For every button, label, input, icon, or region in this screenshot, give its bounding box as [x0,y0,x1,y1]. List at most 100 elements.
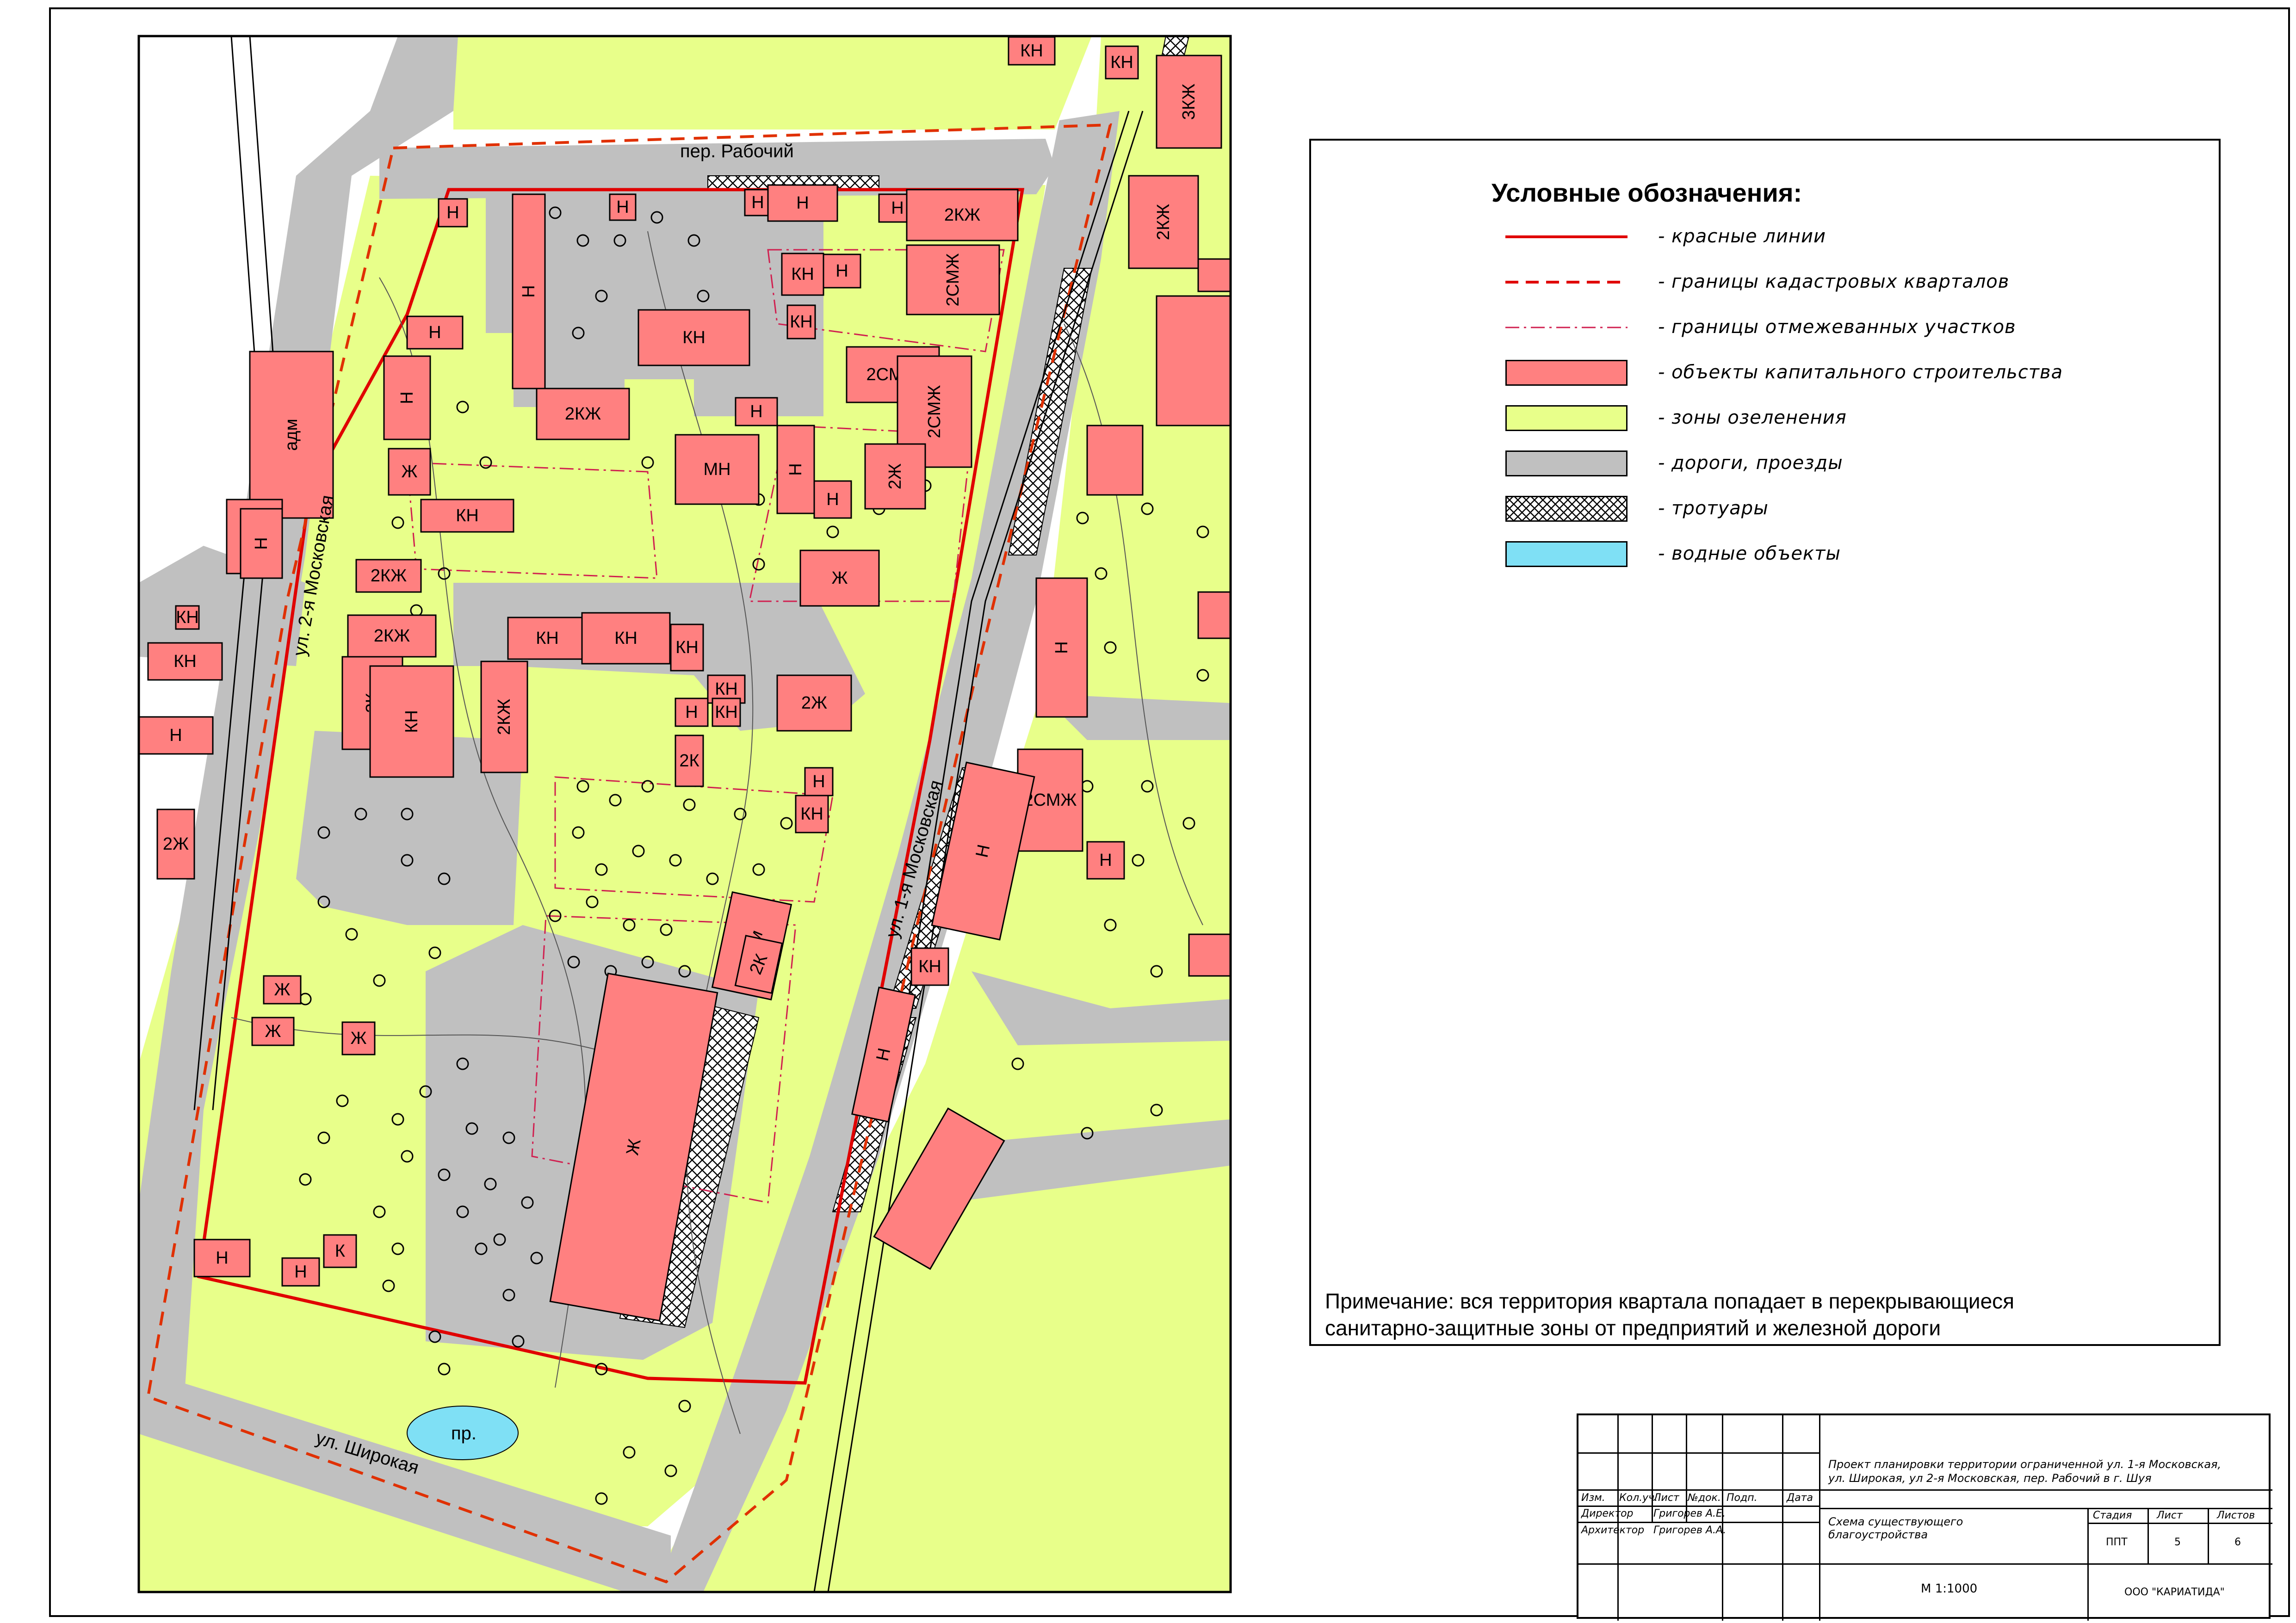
building-label: КН [800,804,823,824]
building: Н [776,425,815,514]
building-label: КН [176,608,199,627]
stamp-col-2: Лист [1653,1492,1679,1504]
building: КН [175,605,200,630]
building: К [323,1234,357,1268]
legend-item-roads: - дороги, проезды [1505,450,2199,480]
stamp-col-3: №док. [1688,1492,1721,1504]
building: Ж [799,549,880,607]
building [1197,258,1231,292]
legend-item-red-lines: - красные линии [1505,224,2199,253]
stamp-person-1: Григорев А.Е. [1653,1508,1726,1519]
building: 3КЖ [1156,55,1222,149]
building-label: 2КЖ [495,699,514,735]
building-label: КН [682,328,706,347]
building-label: КН [536,629,559,648]
legend-swatch-water [1505,541,1628,567]
stamp-h-sheets: Листов [2217,1510,2255,1521]
building: Н [1086,841,1125,880]
building: 2СМЖ [906,244,1000,315]
building: Н [744,189,772,216]
building-label: 2КЖ [1154,204,1173,240]
building: Ж [263,975,302,1005]
building-label: 2КЖ [944,205,980,225]
building: Н [675,697,709,727]
building: КН [369,665,454,778]
stamp-sheet-title: Схема существующего [1828,1515,1963,1528]
legend-swatch-red-lines [1505,224,1628,250]
building: КН [670,623,704,672]
building: Н [813,480,852,519]
building-label: Н [812,772,825,791]
building-label: Ж [350,1029,366,1048]
building: Н [406,315,464,350]
pond-label: пр. [451,1423,477,1444]
building-label: Н [428,323,441,342]
stamp-org: ООО "КАРИАТИДА" [2124,1586,2225,1598]
building-label: Н [1052,641,1071,654]
legend-item-greening: - зоны озеленения [1505,405,2199,435]
building: 2КЖ [906,189,1019,241]
legend-item-water: - водные объекты [1505,541,2199,571]
building: Н [767,184,838,222]
legend-label-water: - водные объекты [1658,543,1841,564]
stamp-col-5: Дата [1787,1492,1813,1504]
building: Ж [388,448,431,496]
building: МН [675,434,760,505]
note: Примечание: вся территория квартала попа… [1325,1288,2014,1341]
building-label: 2СМЖ [1024,790,1077,810]
building-label: 2Ж [163,834,189,854]
building: Н [240,508,283,579]
building: КН [781,253,824,296]
street-rabochiy: пер. Рабочий [680,141,794,161]
building: КН [786,304,816,339]
building-label: КН [614,629,637,648]
building-label: Н [891,198,904,218]
stamp-project: Проект планировки территории ограниченно… [1828,1458,2222,1471]
building-label: Н [616,197,629,217]
building [1156,295,1231,426]
building: Н [823,253,861,289]
legend-swatch-greening [1505,405,1628,431]
building-label: КН [456,506,479,525]
building: Н [438,198,468,228]
building: 2Ж [156,808,195,880]
building-label: Н [751,193,764,212]
building-label: КН [715,679,738,699]
legend-label-plots: - границы отмежеванных участков [1658,316,2016,338]
building: Н [1035,577,1088,718]
building-label: адм [282,419,301,450]
stamp-sheet: 5 [2174,1537,2181,1548]
building-label: КН [791,265,814,284]
building-label: 2КЖ [565,404,601,424]
stamp-col-0: Изм. [1581,1492,1605,1504]
stamp-person-2: Григорев А.А. [1653,1524,1727,1536]
building-label: 2Ж [885,463,905,489]
building-label: Ж [401,462,417,481]
building-label: КН [675,638,699,657]
building-label: 2Ж [801,693,827,713]
legend-item-sidewalks: - тротуары [1505,496,2199,525]
building: Н [281,1257,320,1287]
building [1197,591,1231,639]
building: 2Ж [776,674,852,732]
building: Н [139,716,214,755]
building: Н [609,193,637,221]
building: КН [1008,36,1056,66]
legend-label-greening: - зоны озеленения [1658,407,1847,428]
legend-item-plots: - границы отмежеванных участков [1505,315,2199,344]
building: 2Ж [864,443,926,510]
legend-swatch-cadastral [1505,269,1628,295]
building: КН [507,617,588,660]
building-label: Н [216,1248,228,1268]
stamp-h-stage: Стадия [2093,1510,2132,1521]
building: Н [735,397,778,426]
building-label: КН [1110,53,1133,72]
stamp-role-2: Архитектор [1581,1524,1645,1536]
note-line-1: Примечание: вся территория квартала попа… [1325,1289,2015,1313]
legend-swatch-roads [1505,450,1628,476]
building-label: Н [169,726,182,745]
building: 2КЖ [536,388,630,440]
building: 2КЖ [480,660,528,773]
building: 2КЖ [1128,175,1199,269]
building: Ж [251,1017,295,1046]
